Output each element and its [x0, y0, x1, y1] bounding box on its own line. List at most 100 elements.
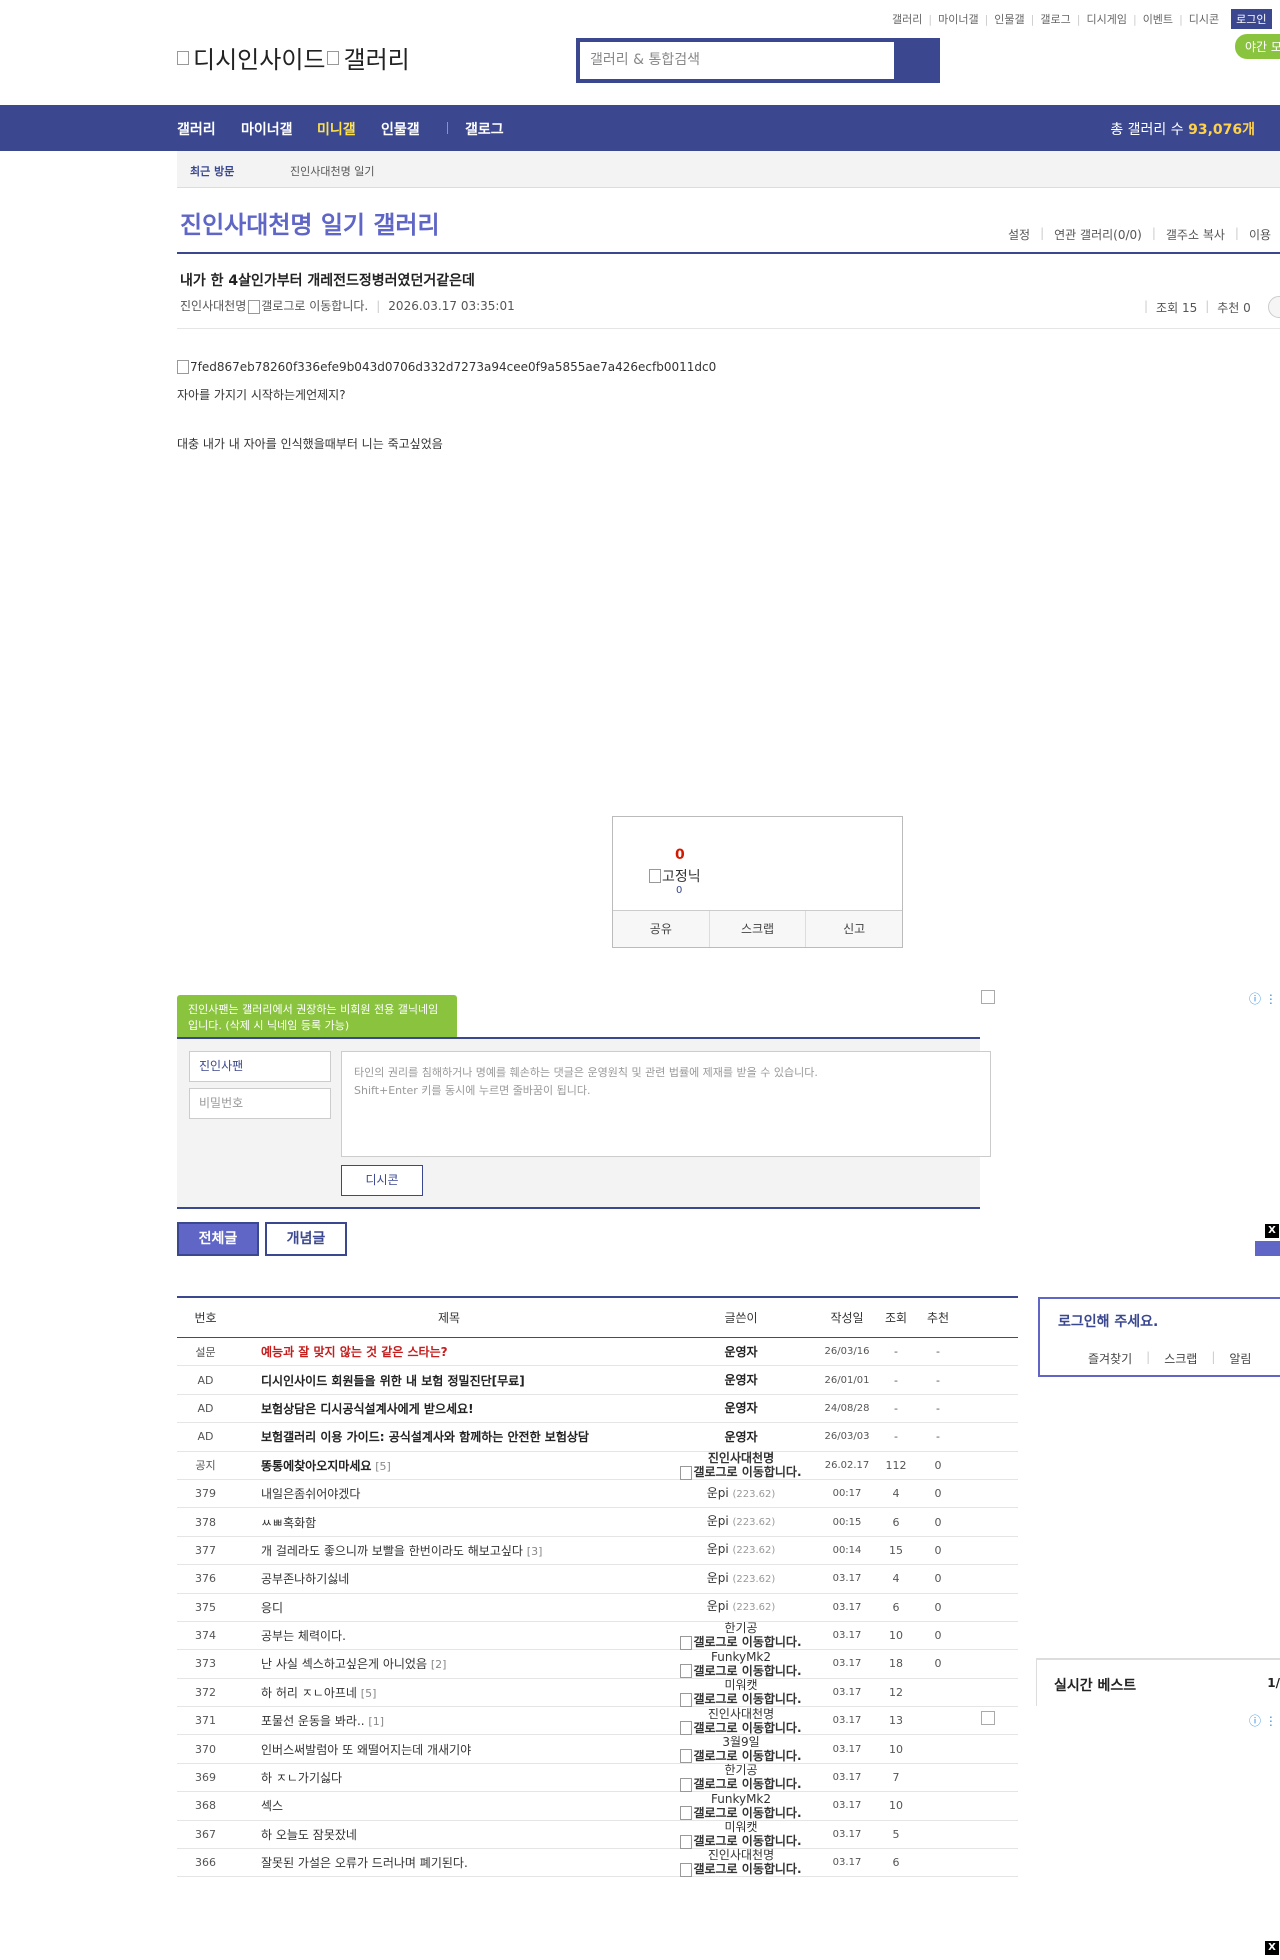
writer-nick[interactable]: 진인사대천명 — [664, 1848, 818, 1862]
writer-nick[interactable]: 운영자 — [724, 1401, 757, 1415]
gallery-settings-link[interactable]: 설정 — [1008, 226, 1030, 243]
writer-nick[interactable]: FunkyMk2 — [664, 1792, 818, 1806]
writer-nick[interactable]: 3월9일 — [664, 1735, 818, 1749]
table-row[interactable]: 378 ㅆㅃ혹화함 운pi (223.62) 00:15 6 0 — [177, 1508, 1018, 1537]
table-row[interactable]: AD 보험갤러리 이용 가이드: 공식설계사와 함께하는 안전한 보험상담 운영자… — [177, 1423, 1018, 1452]
table-row[interactable]: 368 섹스 FunkyMk2 갤로그로 이동합니다. 03.17 10 — [177, 1792, 1018, 1821]
copy-url-link[interactable]: 갤주소 복사 — [1166, 226, 1225, 243]
writer-nick[interactable]: 진인사대천명 — [664, 1451, 818, 1465]
post-title-cell[interactable]: 잘못된 가설은 오류가 드러나며 폐기된다. — [234, 1854, 664, 1871]
table-row[interactable]: 366 잘못된 가설은 오류가 드러나며 폐기된다. 진인사대천명 갤로그로 이동합… — [177, 1848, 1018, 1878]
comment-count[interactable]: [1] — [368, 1715, 384, 1728]
gallery-title[interactable]: 진인사대천명 일기 갤러리 — [180, 205, 440, 240]
toplink-event[interactable]: 이벤트 — [1143, 11, 1173, 27]
nav-person-gallery[interactable]: 인물갤 — [381, 119, 420, 139]
post-title-link[interactable]: 공부는 체력이다. — [261, 1629, 346, 1643]
post-writer[interactable]: 진인사대천명 — [180, 297, 246, 314]
related-gallery-link[interactable]: 연관 갤러리(0/0) — [1054, 226, 1142, 243]
post-title-link[interactable]: 디시인사이드 회원들을 위한 내 보험 정밀진단[무료] — [261, 1374, 525, 1388]
writer-nick[interactable]: 운pi — [707, 1542, 729, 1556]
gallog-link[interactable]: 갤로그로 이동합니다. — [664, 1806, 818, 1821]
dccon-button[interactable]: 디시콘 — [341, 1165, 423, 1196]
toplink-person[interactable]: 인물갤 — [994, 11, 1024, 27]
nav-minor-gallery[interactable]: 마이너갤 — [241, 119, 293, 139]
comment-count[interactable]: [5] — [361, 1687, 377, 1700]
post-title-link[interactable]: 하 ㅈㄴ가기싫다 — [261, 1771, 342, 1785]
fixed-nick-recommend[interactable]: 고정닉 — [649, 866, 701, 886]
post-title-cell[interactable]: 공부존나하기싫네 — [234, 1570, 664, 1587]
gallog-link[interactable]: 갤로그로 이동합니다. — [664, 1862, 818, 1877]
post-title-cell[interactable]: 공부는 체력이다. — [234, 1627, 664, 1644]
comment-count[interactable]: [2] — [431, 1658, 447, 1671]
post-title-link[interactable]: 내일은좀쉬어야겠다 — [261, 1487, 360, 1501]
writer-nick[interactable]: 미워캣 — [664, 1678, 818, 1692]
gallog-link[interactable]: 갤로그로 이동합니다. — [664, 1692, 818, 1707]
favorites-link[interactable]: 즐겨찾기 — [1088, 1350, 1132, 1367]
post-title-cell[interactable]: 보험갤러리 이용 가이드: 공식설계사와 함께하는 안전한 보험상담 — [234, 1428, 664, 1445]
post-title-cell[interactable]: 섹스 — [234, 1797, 664, 1814]
search-button[interactable] — [898, 42, 936, 79]
gallog-link[interactable]: 갤로그로 이동합니다. — [664, 1834, 818, 1849]
nav-mini-gallery[interactable]: 미니갤 — [317, 119, 356, 139]
table-row[interactable]: 공지 똥통에찾아오지마세요 [5] 진인사대천명 갤로그로 이동합니다. 26.02.1… — [177, 1451, 1018, 1480]
table-row[interactable]: 374 공부는 체력이다. 한기공 갤로그로 이동합니다. 03.17 10 0 — [177, 1621, 1018, 1651]
comment-count[interactable]: [5] — [375, 1460, 391, 1473]
writer-nick[interactable]: 운영자 — [724, 1430, 757, 1444]
search-input[interactable]: 갤러리 & 통합검색 — [580, 42, 898, 79]
post-title-cell[interactable]: 내일은좀쉬어야겠다 — [234, 1485, 664, 1502]
writer-nick[interactable]: 운영자 — [724, 1345, 757, 1359]
post-title-link[interactable]: 하 허리 ㅈㄴ아프네 — [261, 1686, 357, 1700]
post-title-link[interactable]: 보험상담은 디시공식설계사에게 받으세요! — [261, 1402, 474, 1416]
toplink-game[interactable]: 디시게임 — [1086, 11, 1126, 27]
table-row[interactable]: AD 디시인사이드 회원들을 위한 내 보험 정밀진단[무료] 운영자 26/01/… — [177, 1366, 1018, 1395]
writer-nick[interactable]: 한기공 — [664, 1621, 818, 1635]
table-row[interactable]: 370 인버스써발럼아 또 왜떨어지는데 개새기야 3월9일 갤로그로 이동합니다.… — [177, 1735, 1018, 1764]
post-title-link[interactable]: 공부존나하기싫네 — [261, 1572, 349, 1586]
table-row[interactable]: 375 응디 운pi (223.62) 03.17 6 0 — [177, 1594, 1018, 1622]
table-row[interactable]: 371 포물선 운동을 봐라.. [1] 진인사대천명 갤로그로 이동합니다. 03.1… — [177, 1707, 1018, 1736]
post-title-link[interactable]: 섹스 — [261, 1799, 283, 1813]
post-title-cell[interactable]: 똥통에찾아오지마세요 [5] — [234, 1457, 664, 1474]
table-row[interactable]: 367 하 오늘도 잠못잤네 미워캣 갤로그로 이동합니다. 03.17 5 — [177, 1820, 1018, 1850]
writer-nick[interactable]: FunkyMk2 — [664, 1650, 818, 1664]
post-title-cell[interactable]: 응디 — [234, 1599, 664, 1616]
post-title-cell[interactable]: 포물선 운동을 봐라.. [1] — [234, 1712, 664, 1729]
post-title-link[interactable]: 응디 — [261, 1601, 283, 1615]
nav-gallery[interactable]: 갤러리 — [177, 119, 216, 139]
table-row[interactable]: 377 개 걸레라도 좋으니까 보빨을 한번이라도 해보고싶다 [3] 운pi (2… — [177, 1537, 1018, 1566]
recent-visit-label[interactable]: 최근 방문 — [190, 163, 234, 179]
gallog-link[interactable]: 갤로그로 이동합니다. — [664, 1749, 818, 1764]
writer-nick[interactable]: 운pi — [707, 1599, 729, 1613]
table-row[interactable]: AD 보험상담은 디시공식설계사에게 받으세요! 운영자 24/08/28 - - — [177, 1395, 1018, 1424]
report-button[interactable]: 신고 — [806, 911, 902, 947]
toplink-minor[interactable]: 마이너갤 — [938, 11, 978, 27]
site-logo[interactable]: 디시인사이드 갤러리 — [177, 40, 410, 75]
gallog-link[interactable]: 갤로그로 이동합니다. — [664, 1721, 818, 1736]
post-title-link[interactable]: 예능과 잘 맞지 않는 것 같은 스타는? — [261, 1345, 448, 1359]
gallog-link[interactable]: 갤로그로 이동합니다. — [248, 297, 368, 314]
post-title-link[interactable]: 인버스써발럼아 또 왜떨어지는데 개새기야 — [261, 1743, 471, 1757]
table-row[interactable]: 설문 예능과 잘 맞지 않는 것 같은 스타는? 운영자 26/03/16 - - — [177, 1338, 1018, 1367]
comment-count[interactable]: [3] — [527, 1545, 543, 1558]
table-row[interactable]: 373 난 사실 섹스하고싶은게 아니었음 [2] FunkyMk2 갤로그로 이동합… — [177, 1650, 1018, 1679]
writer-nick[interactable]: 운영자 — [724, 1373, 757, 1387]
login-button[interactable]: 로그인 — [1231, 9, 1272, 29]
toplink-dccon[interactable]: 디시콘 — [1189, 11, 1219, 27]
toplink-gallog[interactable]: 갤로그 — [1040, 11, 1070, 27]
writer-nick[interactable]: 진인사대천명 — [664, 1707, 818, 1721]
recent-visit-item[interactable]: 진인사대천명 일기 — [290, 163, 374, 179]
writer-nick[interactable]: 운pi — [707, 1486, 729, 1500]
ad-close-icon[interactable]: X — [1265, 1941, 1279, 1955]
post-title-link[interactable]: 포물선 운동을 봐라.. — [261, 1714, 365, 1728]
table-row[interactable]: 369 하 ㅈㄴ가기싫다 한기공 갤로그로 이동합니다. 03.17 7 — [177, 1763, 1018, 1793]
post-title-cell[interactable]: 하 ㅈㄴ가기싫다 — [234, 1769, 664, 1786]
password-input[interactable]: 비밀번호 — [189, 1088, 331, 1119]
writer-nick[interactable]: 한기공 — [664, 1763, 818, 1777]
scrap-button[interactable]: 스크랩 — [710, 911, 807, 947]
post-title-cell[interactable]: 개 걸레라도 좋으니까 보빨을 한번이라도 해보고싶다 [3] — [234, 1542, 664, 1559]
tab-all-posts[interactable]: 전체글 — [177, 1222, 259, 1256]
table-row[interactable]: 379 내일은좀쉬어야겠다 운pi (223.62) 00:17 4 0 — [177, 1480, 1018, 1509]
post-title-cell[interactable]: ㅆㅃ혹화함 — [234, 1514, 664, 1531]
comment-count-bubble[interactable] — [1268, 296, 1280, 318]
post-title-cell[interactable]: 예능과 잘 맞지 않는 것 같은 스타는? — [234, 1343, 664, 1360]
